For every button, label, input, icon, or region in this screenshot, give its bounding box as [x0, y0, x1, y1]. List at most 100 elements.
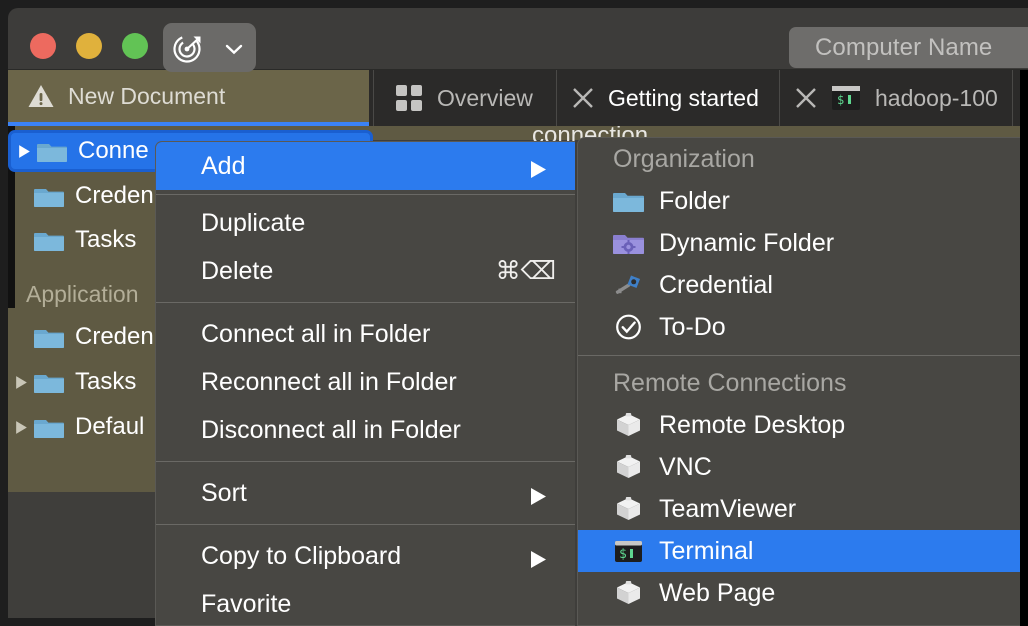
terminal-icon: $ [613, 538, 644, 565]
submenu-item-label: Dynamic Folder [659, 228, 835, 257]
cube-icon [613, 580, 644, 607]
tab-label: Getting started [608, 84, 759, 111]
tab-label: hadoop-100 [875, 84, 998, 111]
menu-item-reconnect-all[interactable]: Reconnect all in Folder [156, 358, 575, 406]
submenu-separator [578, 355, 1028, 356]
menu-item-copy-to-clipboard[interactable]: Copy to Clipboard [156, 532, 575, 580]
submenu-group-header-organization: Organization [613, 144, 755, 173]
warning-triangle-icon [28, 84, 54, 108]
menu-separator [156, 302, 575, 303]
close-icon[interactable] [795, 87, 817, 109]
context-menu: Add Duplicate Delete ⌘⌫ Connect all in F… [155, 141, 575, 626]
svg-text:$: $ [619, 547, 627, 562]
minimize-window-button[interactable] [76, 33, 102, 59]
disclosure-triangle-collapsed-icon[interactable] [8, 420, 34, 435]
menu-item-delete[interactable]: Delete ⌘⌫ [156, 247, 575, 295]
scan-toolbar-button[interactable] [163, 23, 256, 72]
menu-item-shortcut: ⌘⌫ [495, 257, 556, 285]
menu-item-disconnect-all[interactable]: Disconnect all in Folder [156, 406, 575, 454]
svg-text:$: $ [837, 93, 844, 107]
menu-item-sort[interactable]: Sort [156, 469, 575, 517]
tab-hadoop-100[interactable]: $ hadoop-100 [781, 70, 1013, 126]
submenu-item-label: TeamViewer [659, 494, 797, 523]
window-controls [30, 33, 148, 59]
folder-icon [34, 415, 64, 439]
folder-icon [34, 325, 64, 349]
tab-new-document[interactable]: New Document [8, 70, 369, 126]
sidebar-item-label: Creden [75, 323, 154, 350]
submenu-item-web-page[interactable]: Web Page [578, 572, 1028, 614]
disclosure-triangle-expanded-icon[interactable] [11, 144, 37, 159]
menu-item-label: Reconnect all in Folder [201, 367, 457, 396]
sidebar-item-label: Defaul [75, 413, 145, 440]
check-circle-icon [613, 314, 644, 341]
submenu-item-label: Terminal [659, 536, 754, 565]
submenu-item-credential[interactable]: Credential [578, 264, 1028, 306]
sidebar-section-header: Application [26, 281, 139, 307]
menu-item-add[interactable]: Add [156, 142, 575, 190]
menu-separator [156, 524, 575, 525]
tab-getting-started[interactable]: Getting started [558, 70, 780, 126]
radar-icon [173, 33, 203, 63]
menu-separator [156, 461, 575, 462]
submenu-item-label: Credential [659, 270, 773, 299]
folder-icon [37, 139, 67, 163]
submenu-item-teamviewer[interactable]: TeamViewer [578, 488, 1028, 530]
tab-label: Overview [437, 84, 533, 111]
submenu-item-label: To-Do [659, 312, 726, 341]
computer-name-input[interactable]: Computer Name [789, 27, 1028, 68]
folder-icon [34, 370, 64, 394]
menu-item-label: Connect all in Folder [201, 319, 431, 348]
folder-icon [34, 184, 64, 208]
tab-overview[interactable]: Overview [373, 70, 557, 126]
menu-item-favorite[interactable]: Favorite [156, 580, 575, 625]
submenu-item-folder[interactable]: Folder [578, 180, 1028, 222]
key-icon [613, 272, 644, 299]
menu-item-label: Delete [201, 256, 274, 285]
submenu-item-label: Web Page [659, 578, 776, 607]
menu-item-label: Add [201, 151, 246, 180]
submenu-item-terminal[interactable]: $ Terminal [578, 530, 1028, 572]
cube-icon [613, 496, 644, 523]
menu-item-label: Copy to Clipboard [201, 541, 402, 570]
sidebar-item-label: Tasks [75, 226, 137, 253]
add-submenu: Organization Folder Dynamic Folder Crede… [577, 137, 1028, 626]
menu-separator [156, 194, 575, 195]
folder-icon [34, 228, 64, 252]
chevron-down-icon[interactable] [225, 42, 243, 54]
submenu-arrow-icon [530, 547, 547, 568]
submenu-item-dynamic-folder[interactable]: Dynamic Folder [578, 222, 1028, 264]
submenu-item-label: Remote Desktop [659, 410, 846, 439]
cube-icon [613, 412, 644, 439]
cube-icon [613, 454, 644, 481]
menu-item-label: Duplicate [201, 208, 306, 237]
menu-item-label: Favorite [201, 589, 292, 618]
submenu-arrow-icon [530, 484, 547, 505]
submenu-item-label: Folder [659, 186, 730, 215]
menu-item-duplicate[interactable]: Duplicate [156, 199, 575, 247]
sidebar-item-label: Creden [75, 182, 154, 209]
grid-icon [396, 84, 423, 112]
close-icon[interactable] [572, 87, 594, 109]
window-right-edge [1020, 70, 1028, 626]
blue-folder-icon [613, 188, 644, 215]
menu-item-label: Disconnect all in Folder [201, 415, 461, 444]
submenu-group-header-remote-connections: Remote Connections [613, 368, 847, 397]
submenu-arrow-icon [530, 157, 547, 178]
submenu-item-label: VNC [659, 452, 712, 481]
sidebar-item-label: Conne [78, 137, 149, 164]
computer-name-placeholder: Computer Name [815, 33, 993, 61]
sidebar-item-label: Tasks [75, 368, 137, 395]
app-window: connection Conne Creden Tasks Applicatio… [0, 0, 1028, 626]
title-bar: Computer Name [8, 8, 1028, 72]
tab-bar: New Document Overview Getting started $ … [8, 70, 1028, 196]
submenu-item-remote-desktop[interactable]: Remote Desktop [578, 404, 1028, 446]
disclosure-triangle-collapsed-icon[interactable] [8, 375, 34, 390]
close-window-button[interactable] [30, 33, 56, 59]
tab-label: New Document [68, 82, 226, 109]
menu-item-connect-all[interactable]: Connect all in Folder [156, 310, 575, 358]
maximize-window-button[interactable] [122, 33, 148, 59]
submenu-item-to-do[interactable]: To-Do [578, 306, 1028, 348]
submenu-item-vnc[interactable]: VNC [578, 446, 1028, 488]
menu-item-label: Sort [201, 478, 247, 507]
